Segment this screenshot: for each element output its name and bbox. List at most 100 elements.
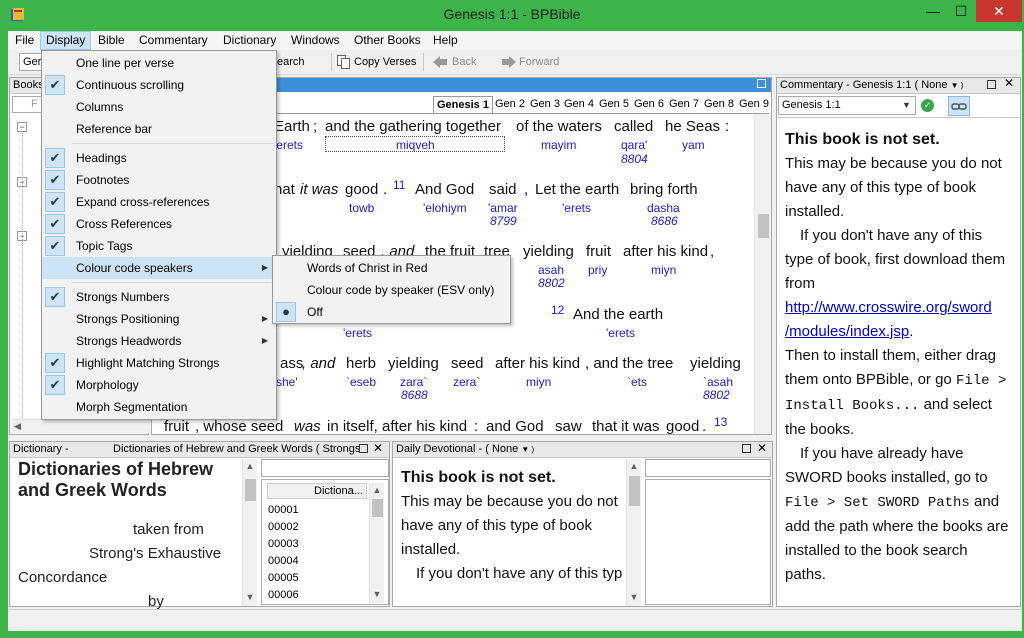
strongs-word[interactable]: 'erets <box>274 138 303 152</box>
strongs-word[interactable]: miyn <box>651 263 676 277</box>
word[interactable]: yielding <box>388 355 439 372</box>
strongs-word[interactable]: `asah <box>703 375 733 389</box>
menu-item-colour-code-by-speaker[interactable]: Colour code by speaker (ESV only) <box>273 279 510 301</box>
tree-expander[interactable]: − <box>17 122 27 132</box>
menu-item-morphology[interactable]: ✔ Morphology <box>42 374 276 396</box>
maximize-pane-icon[interactable] <box>757 79 766 88</box>
word[interactable]: after his kind <box>623 243 708 260</box>
menu-windows[interactable]: Windows <box>286 31 345 50</box>
word[interactable]: , whose seed <box>195 418 283 435</box>
dictionary-module[interactable]: Dictionaries of Hebrew and Greek Words (… <box>113 442 360 457</box>
scroll-up-icon[interactable]: ▲ <box>370 485 384 495</box>
strongs-word[interactable]: she' <box>276 375 298 389</box>
word[interactable]: he Seas <box>665 118 720 135</box>
word[interactable]: ass <box>280 355 303 372</box>
word[interactable]: bring forth <box>630 181 698 198</box>
strongs-word[interactable]: yam <box>682 138 705 152</box>
go-icon[interactable]: ✓ <box>921 99 934 112</box>
strongs-word[interactable]: 'amar <box>488 201 518 215</box>
search-button[interactable]: earch <box>277 52 305 72</box>
books-filter-input[interactable]: F <box>12 96 42 113</box>
devotional-date-field[interactable] <box>645 459 771 477</box>
strongs-number[interactable]: 8688 <box>401 388 428 402</box>
word[interactable]: nat <box>274 181 295 198</box>
strongs-number[interactable]: 8799 <box>490 214 517 228</box>
menu-item-strongs-headwords[interactable]: Strongs Headwords ▶ <box>42 330 276 352</box>
devotional-calendar[interactable] <box>645 479 771 605</box>
word[interactable]: Earth <box>274 118 310 135</box>
word[interactable]: And the earth <box>573 306 663 323</box>
menu-item-continuous-scrolling[interactable]: ✔ Continuous scrolling <box>42 74 276 96</box>
menu-item-strongs-positioning[interactable]: Strongs Positioning ▶ <box>42 308 276 330</box>
list-item[interactable]: 00004 <box>268 553 358 570</box>
strongs-number[interactable]: 8686 <box>651 214 678 228</box>
strongs-word[interactable]: miqveh <box>396 138 435 152</box>
tab-gen-3[interactable]: Gen 3 <box>527 96 563 113</box>
tab-gen-4[interactable]: Gen 4 <box>561 96 597 113</box>
word[interactable]: seed <box>451 355 484 372</box>
word[interactable]: And God <box>415 181 474 198</box>
strongs-word[interactable]: zara` <box>400 375 427 389</box>
strongs-word[interactable]: mayim <box>541 138 576 152</box>
crosswire-link[interactable]: http://www.crosswire.org/sword <box>785 299 992 316</box>
scroll-up-icon[interactable]: ▲ <box>627 461 641 471</box>
menu-item-expand-cross-references[interactable]: ✔ Expand cross-references <box>42 191 276 213</box>
word[interactable]: Let the earth <box>535 181 619 198</box>
strongs-word[interactable]: towb <box>349 201 374 215</box>
tab-gen-7[interactable]: Gen 7 <box>666 96 702 113</box>
maximize-pane-icon[interactable] <box>742 444 751 453</box>
word[interactable]: good <box>666 418 699 435</box>
menu-dictionary[interactable]: Dictionary <box>218 31 281 50</box>
list-item[interactable]: 00005 <box>268 570 358 587</box>
strongs-number[interactable]: 8802 <box>703 388 730 402</box>
menu-item-strongs-numbers[interactable]: ✔ Strongs Numbers <box>42 286 276 308</box>
maximize-button[interactable]: ☐ <box>948 0 974 22</box>
dropdown-arrow-icon[interactable]: ▼ ) <box>951 81 964 90</box>
list-item[interactable]: 00001 <box>268 502 358 519</box>
word[interactable]: called <box>614 118 653 135</box>
list-scrollbar[interactable]: ▲ ▼ <box>369 483 384 603</box>
close-pane-icon[interactable]: ✕ <box>373 441 383 455</box>
dropdown-arrow-icon[interactable]: ▼ ) <box>521 445 534 454</box>
tab-gen-8[interactable]: Gen 8 <box>701 96 737 113</box>
link-sync-button[interactable] <box>948 96 970 116</box>
tab-gen-9[interactable]: Gen 9 <box>736 96 772 113</box>
commentary-reference-field[interactable]: Genesis 1:1 <box>778 96 916 115</box>
bible-scrollbar[interactable] <box>754 114 771 434</box>
verse-number[interactable]: 12 <box>551 303 564 317</box>
dictionary-search-input[interactable] <box>261 459 389 477</box>
strongs-word[interactable]: 'erets <box>606 326 635 340</box>
list-item[interactable]: 00003 <box>268 536 358 553</box>
word[interactable]: herb <box>346 355 376 372</box>
scroll-thumb[interactable] <box>758 214 769 238</box>
word[interactable]: fruit <box>586 243 611 260</box>
strongs-number[interactable]: 8802 <box>538 276 565 290</box>
scroll-down-icon[interactable]: ▼ <box>627 592 641 602</box>
list-item[interactable]: 00006 <box>268 587 358 604</box>
dictionary-scrollbar[interactable]: ▲ ▼ <box>242 459 257 606</box>
word[interactable]: and God <box>486 418 544 435</box>
scroll-down-icon[interactable]: ▼ <box>243 592 257 602</box>
strongs-word[interactable]: asah <box>538 263 564 277</box>
strongs-number[interactable]: 8804 <box>621 152 648 166</box>
menu-item-cross-references[interactable]: ✔ Cross References <box>42 213 276 235</box>
word[interactable]: after his kind <box>495 355 580 372</box>
close-button[interactable]: ✕ <box>976 0 1022 22</box>
tab-genesis-1[interactable]: Genesis 1 <box>433 96 493 113</box>
word[interactable]: saw <box>555 418 582 435</box>
dictionary-entry-list[interactable]: Dictiona... 00001 00002 00003 00004 0000… <box>261 479 389 605</box>
scroll-down-icon[interactable]: ▼ <box>370 589 384 599</box>
menu-display[interactable]: Display <box>40 31 92 50</box>
chevron-down-icon[interactable]: ▼ <box>899 97 914 114</box>
strongs-word[interactable]: miyn <box>526 375 551 389</box>
menu-item-words-of-christ-in-red[interactable]: Words of Christ in Red <box>273 257 510 279</box>
book-field[interactable]: Ger <box>19 53 43 71</box>
menu-other-books[interactable]: Other Books <box>349 31 426 50</box>
menu-item-footnotes[interactable]: ✔ Footnotes <box>42 169 276 191</box>
menu-bible[interactable]: Bible <box>93 31 130 50</box>
minimize-button[interactable]: — <box>920 0 946 22</box>
maximize-pane-icon[interactable] <box>987 80 996 89</box>
word[interactable]: , and the tree <box>585 355 673 372</box>
list-item[interactable]: 00002 <box>268 519 358 536</box>
menu-item-morph-segmentation[interactable]: Morph Segmentation <box>42 396 276 418</box>
